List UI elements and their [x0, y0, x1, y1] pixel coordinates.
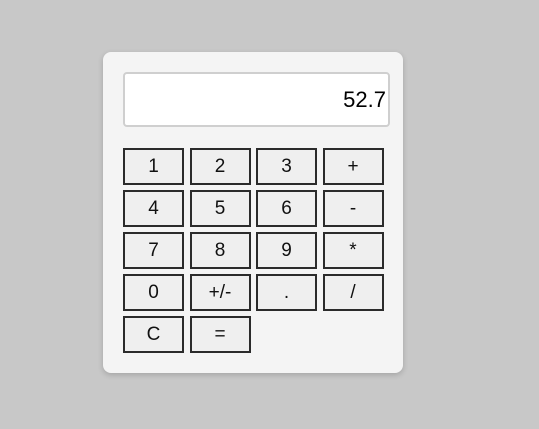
calculator-panel: 52.7 1 2 3 + 4 5 6 - 7 8 9 * 0 +/- . / C…: [103, 52, 403, 373]
key-divide[interactable]: /: [322, 274, 384, 311]
key-decimal[interactable]: .: [256, 274, 317, 311]
key-5[interactable]: 5: [189, 190, 251, 227]
key-multiply[interactable]: *: [322, 232, 384, 269]
key-1[interactable]: 1: [123, 148, 184, 185]
key-2[interactable]: 2: [189, 148, 251, 185]
key-4[interactable]: 4: [123, 190, 184, 227]
key-6[interactable]: 6: [256, 190, 317, 227]
key-equals[interactable]: =: [189, 316, 251, 353]
key-9[interactable]: 9: [256, 232, 317, 269]
key-clear[interactable]: C: [123, 316, 184, 353]
keypad: 1 2 3 + 4 5 6 - 7 8 9 * 0 +/- . / C =: [123, 148, 384, 353]
calculator-display: 52.7: [123, 72, 390, 127]
display-value: 52.7: [343, 86, 386, 112]
key-8[interactable]: 8: [189, 232, 251, 269]
key-3[interactable]: 3: [256, 148, 317, 185]
key-0[interactable]: 0: [123, 274, 184, 311]
key-add[interactable]: +: [322, 148, 384, 185]
key-7[interactable]: 7: [123, 232, 184, 269]
key-toggle-sign[interactable]: +/-: [189, 274, 251, 311]
key-subtract[interactable]: -: [322, 190, 384, 227]
